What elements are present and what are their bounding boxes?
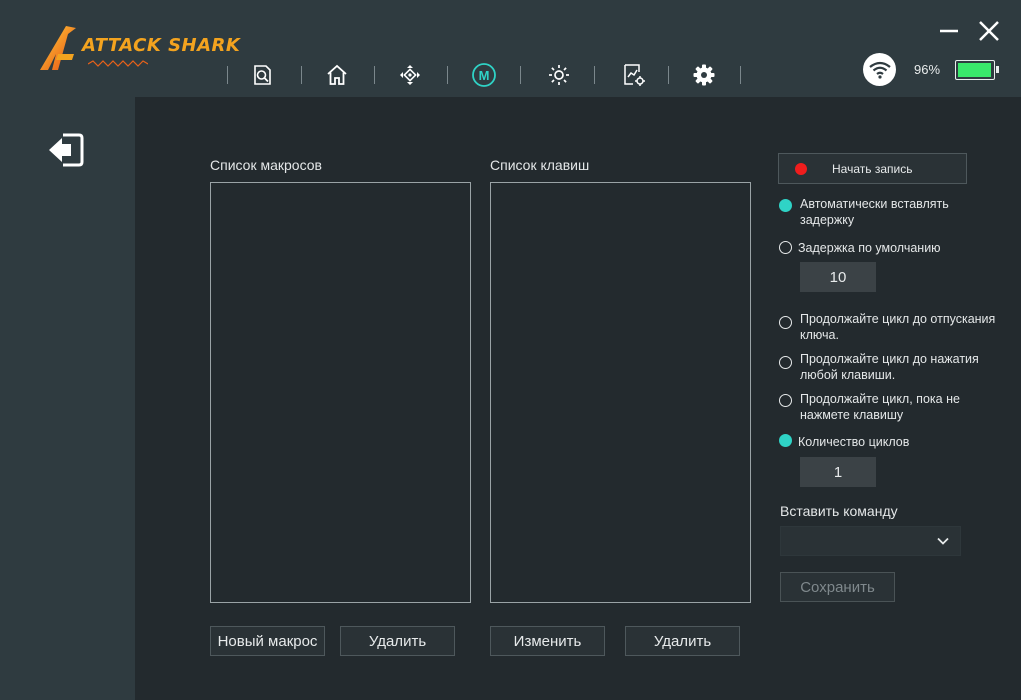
battery-icon: [955, 60, 999, 80]
nav-home[interactable]: [322, 60, 352, 90]
loop-until-any-key-label: Продолжайте цикл до нажатия любой клавиш…: [800, 352, 979, 382]
nav-lighting[interactable]: [544, 60, 574, 90]
battery-percent: 96%: [914, 62, 941, 77]
chevron-down-icon: [937, 537, 949, 545]
record-dot-icon: [795, 162, 807, 175]
loop-until-release-label: Продолжайте цикл до отпускания ключа.: [800, 312, 996, 342]
auto-delay-radio[interactable]: [779, 199, 792, 212]
default-delay-radio[interactable]: [779, 241, 792, 254]
nav-divider: [301, 66, 302, 84]
back-button[interactable]: [48, 133, 84, 167]
loop-until-any-key-radio[interactable]: [779, 356, 792, 369]
wireless-status: [863, 53, 896, 86]
dpad-icon: [400, 65, 420, 85]
start-record-label: Начать запись: [832, 161, 913, 176]
minimize-icon: [940, 29, 958, 33]
loop-until-release-radio[interactable]: [779, 316, 792, 329]
loop-count-label: Количество циклов: [798, 435, 910, 449]
default-delay-label: Задержка по умолчанию: [798, 241, 941, 255]
nav-divider: [520, 66, 521, 84]
nav-settings[interactable]: [689, 60, 719, 90]
insert-command-select[interactable]: [780, 526, 961, 556]
loop-until-key-pressed-radio[interactable]: [779, 394, 792, 407]
new-macro-button[interactable]: Новый макрос: [210, 626, 325, 656]
macro-list-label: Список макросов: [210, 157, 322, 173]
save-button[interactable]: Сохранить: [780, 572, 895, 602]
insert-command-label: Вставить команду: [780, 503, 898, 519]
svg-text:M: M: [479, 68, 490, 83]
start-record-button[interactable]: Начать запись: [778, 153, 967, 184]
edit-key-button[interactable]: Изменить: [490, 626, 605, 656]
wifi-icon: [868, 61, 891, 79]
default-delay-input[interactable]: 10: [800, 262, 876, 292]
nav-divider: [594, 66, 595, 84]
auto-delay-label: Автоматически вставлять задержку: [800, 197, 949, 227]
gear-icon: [693, 64, 715, 86]
nav-divider: [668, 66, 669, 84]
magnifier-document-icon: [254, 65, 271, 85]
chart-gear-icon: [624, 64, 645, 86]
nav-divider: [227, 66, 228, 84]
attack-shark-logo: ATTACK SHARK: [38, 24, 241, 76]
macro-panel: Список макросов Список клавиш Новый макр…: [135, 97, 1021, 700]
key-list[interactable]: [490, 182, 751, 603]
home-icon: [327, 64, 347, 85]
delete-macro-button[interactable]: Удалить: [340, 626, 455, 656]
key-list-label: Список клавиш: [490, 157, 590, 173]
nav-divider: [740, 66, 741, 84]
nav-key-assign[interactable]: [395, 60, 425, 90]
brightness-icon: [549, 65, 569, 85]
nav-advanced[interactable]: [619, 60, 649, 90]
minimize-button[interactable]: [934, 16, 964, 46]
macro-m-icon: M: [472, 63, 496, 87]
nav-performance[interactable]: [247, 60, 277, 90]
battery-level: [958, 63, 991, 77]
macro-list[interactable]: [210, 182, 471, 603]
nav-divider: [447, 66, 448, 84]
loop-until-key-pressed-label: Продолжайте цикл, пока не нажмете клавиш…: [800, 392, 960, 422]
exit-icon: [49, 133, 84, 167]
logo-text: ATTACK SHARK: [82, 35, 241, 56]
close-button[interactable]: [974, 16, 1004, 46]
nav-divider: [374, 66, 375, 84]
loop-count-input[interactable]: 1: [800, 457, 876, 487]
nav-macro[interactable]: M: [469, 60, 499, 90]
sidebar: [0, 97, 135, 700]
loop-count-radio[interactable]: [779, 434, 792, 447]
close-icon: [979, 21, 999, 41]
title-bar: ATTACK SHARK M 96%: [0, 0, 1021, 97]
delete-key-button[interactable]: Удалить: [625, 626, 740, 656]
